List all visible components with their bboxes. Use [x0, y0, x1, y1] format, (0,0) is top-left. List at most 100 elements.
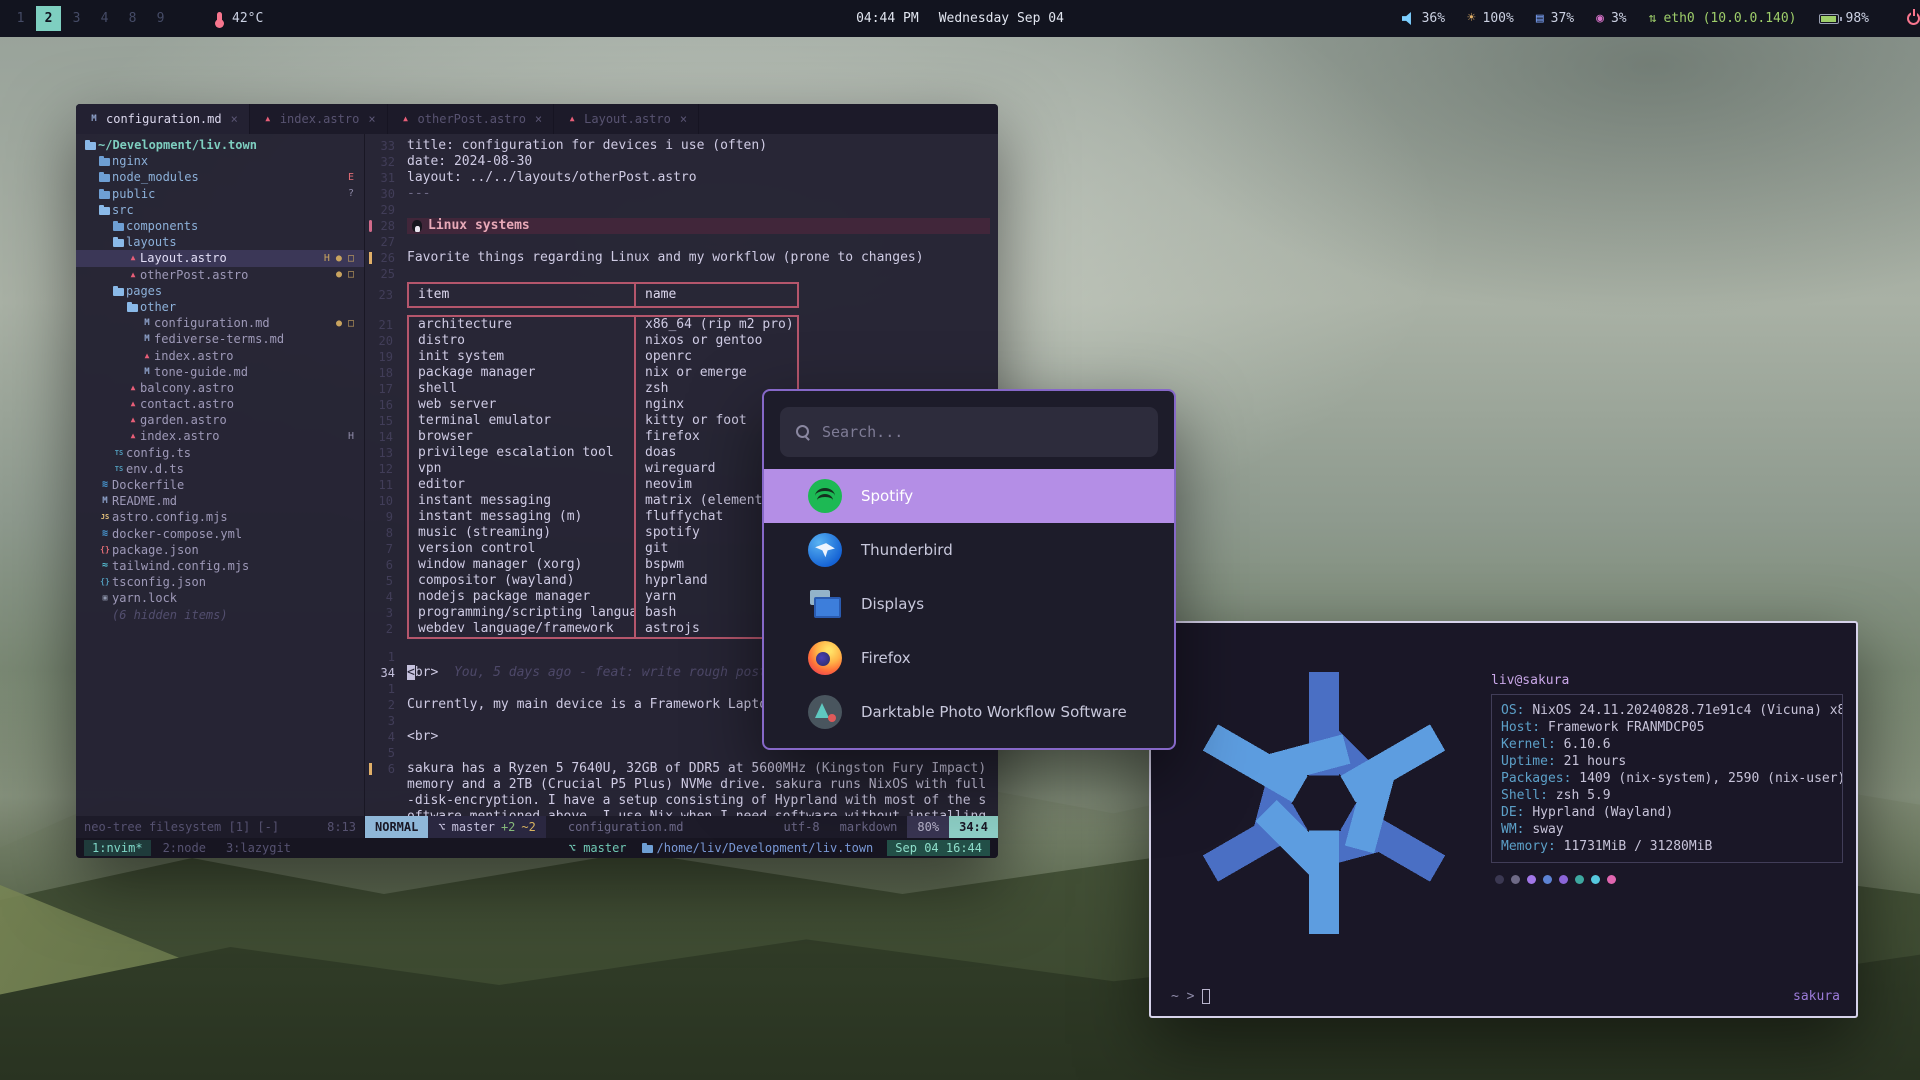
- tree-item[interactable]: astro.config.mjs: [76, 509, 364, 525]
- info-row: Shell: zsh 5.9: [1501, 787, 1833, 804]
- tree-item[interactable]: src: [76, 202, 364, 218]
- tree-item[interactable]: Layout.astro H ● □: [76, 250, 364, 266]
- line-number: 16: [365, 397, 393, 413]
- launcher-item[interactable]: Thunderbird: [764, 523, 1174, 577]
- tree-item[interactable]: package.json: [76, 542, 364, 558]
- filetype-icon: [87, 111, 101, 127]
- tree-item[interactable]: yarn.lock: [76, 590, 364, 606]
- table-cell-item: privilege escalation tool: [409, 445, 636, 461]
- file-icon: [126, 299, 140, 315]
- editor-tab[interactable]: otherPost.astro ×: [388, 104, 555, 134]
- tree-item[interactable]: layouts: [76, 234, 364, 250]
- tree-item[interactable]: tailwind.config.mjs: [76, 558, 364, 574]
- tmux-window[interactable]: 3:lazygit: [218, 840, 299, 856]
- line-number: 8: [365, 525, 393, 541]
- markdown-heading: 28 Linux systems: [365, 218, 998, 234]
- bar-module[interactable]: 98%: [1819, 11, 1869, 26]
- file-icon: [126, 380, 140, 396]
- close-icon[interactable]: ×: [535, 112, 542, 126]
- file-icon: [98, 558, 112, 574]
- tree-item[interactable]: other: [76, 299, 364, 315]
- line-number: 28: [365, 218, 395, 234]
- tree-item[interactable]: garden.astro: [76, 412, 364, 428]
- search-input[interactable]: Search...: [780, 407, 1158, 457]
- tree-item[interactable]: env.d.ts: [76, 461, 364, 477]
- tmux-window[interactable]: 2:node: [155, 840, 214, 856]
- tree-item[interactable]: (6 hidden items): [76, 606, 364, 622]
- tmux-window[interactable]: 1:nvim*: [84, 840, 151, 856]
- module-icon: [1467, 12, 1475, 25]
- tree-item[interactable]: Dockerfile: [76, 477, 364, 493]
- tree-item[interactable]: index.astro: [76, 347, 364, 363]
- tree-item[interactable]: configuration.md ● □: [76, 315, 364, 331]
- line-number: 32: [365, 154, 395, 170]
- file-icon: [98, 493, 112, 509]
- bar-module[interactable]: 100%: [1467, 11, 1514, 26]
- launcher-item[interactable]: Spotify: [764, 469, 1174, 523]
- git-status-badge: H: [348, 431, 354, 442]
- workspace-button[interactable]: 4: [92, 6, 117, 31]
- branch-icon: ⌥: [569, 841, 576, 855]
- tree-item[interactable]: tone-guide.md: [76, 364, 364, 380]
- launcher-item[interactable]: Firefox: [764, 631, 1174, 685]
- editor-tab[interactable]: Layout.astro ×: [554, 104, 699, 134]
- tree-item[interactable]: pages: [76, 283, 364, 299]
- power-icon[interactable]: [1907, 12, 1920, 25]
- tree-item[interactable]: node_modules E: [76, 169, 364, 185]
- tree-item[interactable]: config.ts: [76, 445, 364, 461]
- bar-module[interactable]: 36%: [1402, 11, 1445, 26]
- palette-dot: [1591, 875, 1600, 884]
- tree-item[interactable]: nginx: [76, 153, 364, 169]
- close-icon[interactable]: ×: [680, 112, 687, 126]
- bar-module[interactable]: 37%: [1536, 11, 1574, 26]
- file-icon: [112, 461, 126, 477]
- workspace-button[interactable]: 8: [120, 6, 145, 31]
- tree-item[interactable]: contact.astro: [76, 396, 364, 412]
- tree-item[interactable]: public ?: [76, 186, 364, 202]
- close-icon[interactable]: ×: [368, 112, 375, 126]
- table-cell-item: nodejs package manager: [409, 589, 636, 605]
- tree-item[interactable]: otherPost.astro ● □: [76, 267, 364, 283]
- workspace-button[interactable]: 2: [36, 6, 61, 31]
- tree-item[interactable]: ~/Development/liv.town: [76, 137, 364, 153]
- editor-tab[interactable]: index.astro ×: [250, 104, 388, 134]
- bar-module[interactable]: eth0 (10.0.0.140): [1649, 11, 1797, 26]
- editor-tabbar: configuration.md × index.astro × otherPo…: [76, 104, 998, 134]
- line-number: 21: [365, 317, 393, 333]
- workspace-button[interactable]: 3: [64, 6, 89, 31]
- tree-item[interactable]: balcony.astro: [76, 380, 364, 396]
- git-status-badge: H ● □: [324, 253, 354, 264]
- tree-item[interactable]: fediverse-terms.md: [76, 331, 364, 347]
- info-row: Memory: 11731MiB / 31280MiB: [1501, 838, 1833, 855]
- table-row: 11 editor neovim: [409, 477, 797, 493]
- close-icon[interactable]: ×: [231, 112, 238, 126]
- shell-prompt[interactable]: ~ >: [1171, 989, 1210, 1004]
- table-cell-item: browser: [409, 429, 636, 445]
- tree-item-label: Layout.astro: [140, 251, 227, 265]
- file-icon: [140, 315, 154, 331]
- module-icon: [1536, 12, 1544, 25]
- launcher-item[interactable]: Darktable Photo Workflow Software: [764, 685, 1174, 739]
- table-row: 19 init system openrc: [409, 349, 797, 365]
- table-cell-item: webdev language/framework: [409, 621, 636, 637]
- current-line-number: 34: [365, 665, 395, 681]
- tree-item[interactable]: components: [76, 218, 364, 234]
- tmux-statusbar: 1:nvim*2:node3:lazygit ⌥ master /home/li…: [76, 838, 998, 858]
- temperature-value: 42°C: [232, 11, 263, 26]
- workspace-button[interactable]: 1: [8, 6, 33, 31]
- info-row: Uptime: 21 hours: [1501, 753, 1833, 770]
- app-launcher: Search... Spotify Thunderbird Displays F…: [762, 389, 1176, 750]
- bar-module[interactable]: 3%: [1596, 11, 1626, 26]
- tree-item[interactable]: README.md: [76, 493, 364, 509]
- workspace-button[interactable]: 9: [148, 6, 173, 31]
- editor-tab[interactable]: configuration.md ×: [76, 104, 250, 134]
- palette-dot: [1559, 875, 1568, 884]
- tree-item[interactable]: docker-compose.yml: [76, 526, 364, 542]
- tree-item-label: components: [126, 219, 198, 233]
- table-row: 7 version control git: [409, 541, 797, 557]
- launcher-item[interactable]: Displays: [764, 577, 1174, 631]
- tree-item-label: tsconfig.json: [112, 575, 206, 589]
- tree-item-label: index.astro: [154, 349, 233, 363]
- tree-item[interactable]: index.astro H: [76, 428, 364, 444]
- tree-item[interactable]: tsconfig.json: [76, 574, 364, 590]
